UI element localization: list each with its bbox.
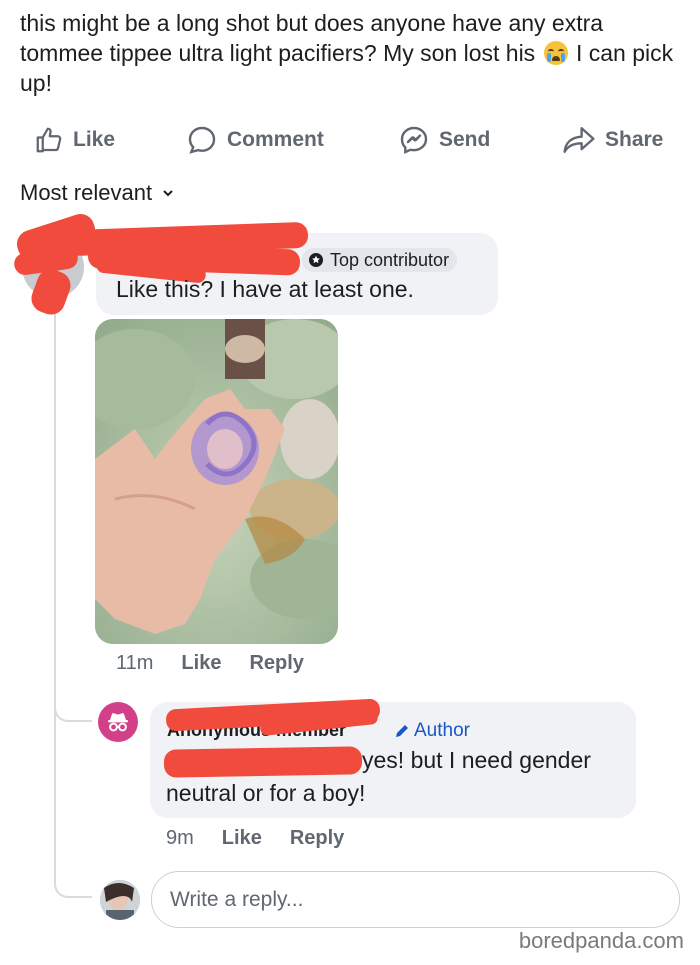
like-button[interactable]: Like (34, 118, 115, 162)
share-label: Share (605, 128, 664, 151)
comment-text: Like this? I have at least one. (116, 276, 414, 302)
thread-connector (54, 866, 92, 898)
comment-meta: 11m Like Reply (116, 652, 332, 675)
thumbs-up-icon (36, 127, 62, 153)
reply-input[interactable] (151, 871, 680, 928)
comment-reply-button[interactable]: Reply (249, 652, 303, 675)
comment-icon (188, 126, 216, 154)
thread-connector (54, 690, 92, 722)
reply-like-button[interactable]: Like (222, 827, 262, 850)
crying-face-icon (543, 41, 568, 65)
thread-line (54, 290, 56, 720)
send-button[interactable]: Send (398, 118, 490, 162)
reply-meta: 9m Like Reply (166, 827, 372, 850)
like-label: Like (73, 128, 116, 151)
anonymous-member-icon (108, 713, 128, 732)
comment-time: 11m (116, 652, 154, 674)
share-button[interactable]: Share (562, 118, 663, 162)
comment-like-button[interactable]: Like (181, 652, 221, 675)
sort-label: Most relevant (20, 180, 153, 205)
comment-label: Comment (227, 128, 324, 151)
badge-label: Top contributor (330, 249, 450, 270)
reply-reply-button[interactable]: Reply (290, 827, 344, 850)
send-label: Send (439, 128, 491, 151)
pencil-icon (396, 725, 408, 737)
chevron-down-icon (163, 190, 173, 197)
reply-time: 9m (166, 827, 194, 849)
action-bar: Like Comment Send Share (0, 118, 700, 162)
redaction-mark (163, 746, 363, 778)
sort-dropdown[interactable]: Most relevant (20, 180, 174, 206)
anonymous-avatar[interactable] (98, 702, 138, 742)
share-arrow-icon (563, 127, 595, 153)
photo-image (95, 319, 338, 644)
user-photo (100, 880, 140, 920)
author-tag: Author (394, 720, 470, 742)
current-user-avatar[interactable] (100, 880, 140, 920)
post-text: this might be a long shot but does anyon… (20, 10, 674, 96)
author-tag-label: Author (414, 720, 470, 741)
badge-icon (309, 253, 323, 267)
comment-button[interactable]: Comment (186, 118, 324, 162)
messenger-icon (400, 126, 428, 154)
top-contributor-badge[interactable]: Top contributor (302, 248, 458, 272)
thread-line (54, 720, 56, 870)
pacifier-photo[interactable] (95, 319, 338, 644)
watermark: boredpanda.com (518, 928, 684, 953)
